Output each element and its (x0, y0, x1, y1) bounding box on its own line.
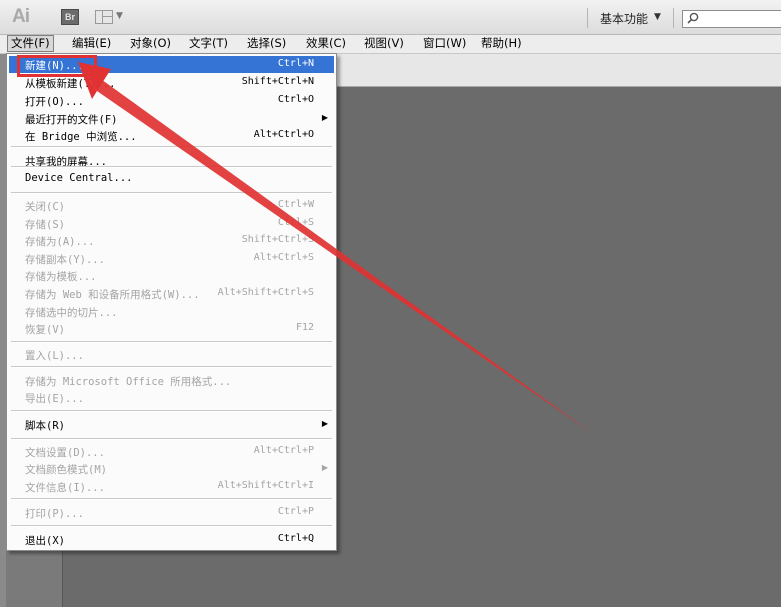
annotation-arrow (78, 62, 593, 434)
